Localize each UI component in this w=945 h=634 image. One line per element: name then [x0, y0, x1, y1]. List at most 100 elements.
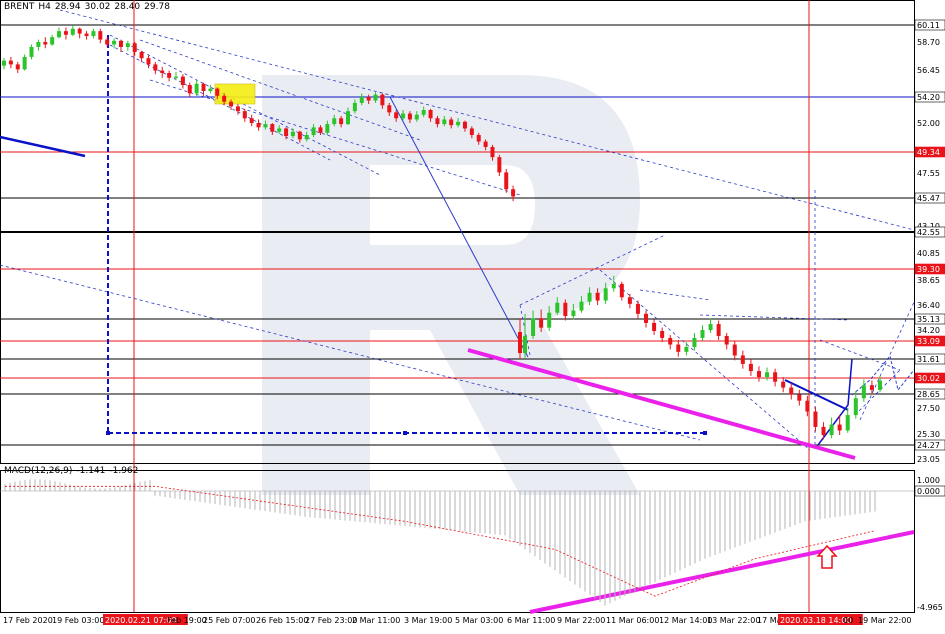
price-tick-label: 56.45	[917, 66, 940, 75]
candle-body	[684, 346, 689, 352]
candle-body	[249, 118, 254, 123]
candle-body	[700, 330, 705, 338]
candle-body	[297, 131, 302, 140]
candle-body	[531, 318, 536, 336]
candle-body	[290, 131, 295, 137]
candle-body	[8, 60, 13, 65]
time-tick: 6 Mar 11:00	[507, 616, 555, 625]
time-tick-label: 00	[843, 616, 853, 625]
candle-body	[635, 303, 640, 314]
price-tick: 45.47	[914, 192, 945, 204]
candle-body	[339, 118, 344, 125]
time-tick-label: 3 Mar 19:00	[404, 616, 452, 625]
candle-body	[490, 146, 495, 158]
candle-body	[523, 335, 527, 354]
candle-body	[708, 324, 713, 330]
candle-body	[229, 101, 234, 107]
candle-body	[497, 157, 502, 173]
candle-body	[77, 28, 82, 34]
candle-body	[29, 46, 34, 57]
candle-body	[387, 105, 392, 113]
candle-body	[263, 124, 268, 128]
candle-body	[660, 330, 665, 338]
price-tick: 25.30	[917, 430, 940, 439]
candle-body	[869, 385, 874, 390]
price-tick-label: 27.50	[917, 404, 940, 413]
candle-body	[773, 372, 778, 382]
time-tick-label: 17 Ma	[757, 616, 782, 625]
candle-body	[619, 283, 624, 298]
candle-body	[118, 40, 123, 47]
candle-body	[797, 394, 802, 401]
candle-body	[692, 337, 697, 347]
highlight-box	[214, 83, 256, 105]
candle-body	[469, 128, 474, 135]
price-tick-label: 28.65	[917, 390, 940, 399]
macd-signal-value: -1.962	[109, 466, 139, 476]
time-tick: 27 Feb 23:00	[305, 616, 357, 625]
candle-body	[781, 381, 786, 388]
price-tick-label: 42.55	[917, 228, 940, 237]
candle-body	[332, 118, 337, 125]
candle-body	[829, 424, 834, 436]
time-tick-label: 27 Feb 23:00	[305, 616, 357, 625]
chart-header: BRENT H4 28.94 30.02 28.40 29.78	[4, 2, 174, 12]
anchor-marker	[403, 431, 407, 435]
candle-body	[215, 88, 220, 96]
price-chart-svg: 60.11 58.70 56.45 54.20 52.00 49.34 47.55 45.47…	[0, 0, 945, 630]
candle-body	[805, 400, 810, 412]
candle-body	[428, 110, 433, 119]
candle-body	[587, 292, 592, 302]
time-tick-label: 11 Mar 06:00	[606, 616, 659, 625]
time-tick-label: 13 Mar 22:00	[707, 616, 760, 625]
candle-body	[716, 324, 721, 336]
candle-body	[813, 411, 818, 427]
candle-body	[50, 37, 55, 45]
time-tick-label: 17 Feb 2020	[3, 616, 53, 625]
time-tick: 00	[843, 616, 853, 625]
price-tick-label: 60.11	[917, 21, 940, 30]
candle-body	[603, 288, 608, 301]
candle-body	[511, 189, 516, 197]
candle-body	[15, 64, 20, 70]
candle-body	[153, 64, 158, 71]
price-tick: 30.02	[914, 372, 945, 384]
time-tick-label: 19 Feb 03:00	[52, 616, 104, 625]
anchor-marker	[703, 431, 707, 435]
time-tick: 17 Feb 2020	[3, 616, 53, 625]
price-tick: 33.09	[914, 335, 945, 347]
ohlc-open: 28.94	[54, 2, 81, 12]
candle-body	[853, 398, 858, 416]
candle-body	[105, 39, 110, 45]
price-tick-label: 24.27	[917, 441, 940, 450]
candle-body	[555, 302, 560, 313]
candle-body	[43, 42, 48, 45]
time-tick-label: 2020.02.21 07:00	[105, 616, 176, 625]
candle-body	[187, 85, 192, 94]
price-tick-label: 49.34	[917, 148, 940, 157]
candle-body	[878, 380, 882, 390]
candle-body	[462, 121, 467, 129]
price-tick: 54.20	[914, 91, 945, 103]
time-tick: 19 Feb 03:00	[52, 616, 104, 625]
candle-body	[563, 302, 568, 317]
time-tick: 12 Mar 14:00	[659, 616, 712, 625]
candle-body	[668, 337, 673, 345]
candle-body	[160, 70, 165, 73]
candle-body	[476, 134, 481, 142]
candle-body	[167, 73, 172, 78]
candle-body	[595, 292, 600, 301]
candle-body	[414, 114, 419, 120]
candle-body	[346, 111, 350, 125]
candle-body	[112, 40, 117, 45]
candle-body	[174, 76, 178, 78]
macd-header: MACD(12,26,9) -1.141 -1.962	[4, 466, 142, 476]
candle-body	[789, 387, 794, 395]
candle-body	[139, 51, 144, 59]
candle-body	[756, 371, 761, 378]
candle-body	[644, 313, 649, 323]
price-tick-label: 54.20	[917, 93, 940, 102]
price-tick: 23.05	[917, 455, 940, 464]
candle-body	[352, 102, 357, 112]
price-tick: 31.61	[914, 353, 945, 365]
